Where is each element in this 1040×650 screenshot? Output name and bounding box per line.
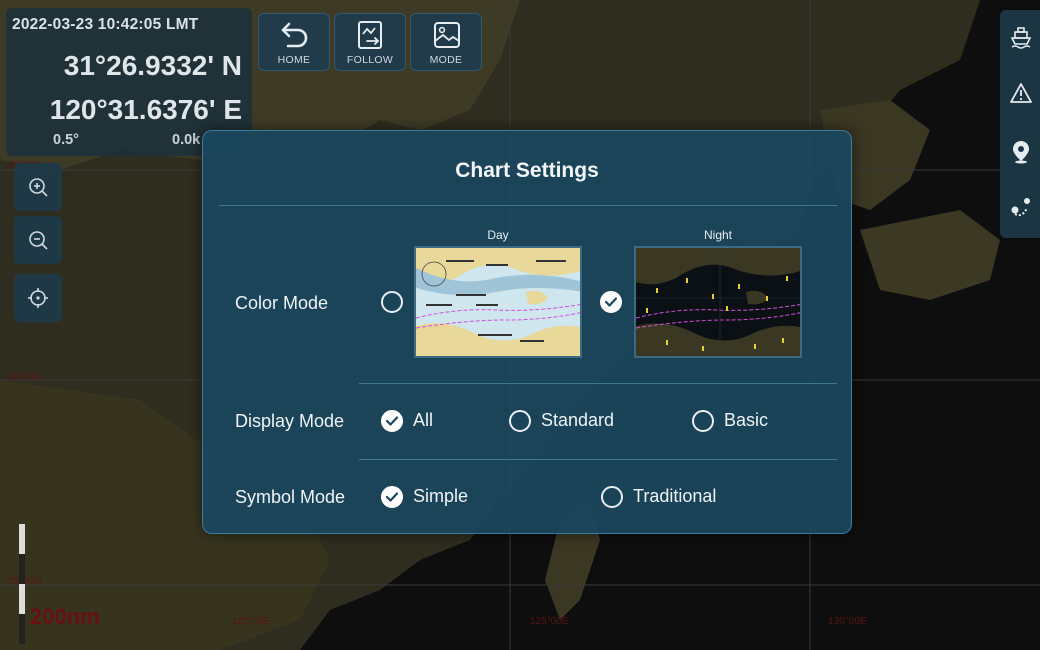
symbol-mode-traditional-text: Traditional [633,486,717,506]
home-button-label: HOME [277,54,311,66]
color-mode-divider [359,383,837,384]
grid-label-lon-2: 125°00E [530,616,569,627]
color-mode-day-radio[interactable] [381,291,403,313]
display-mode-basic-text: Basic [724,410,769,430]
latitude-readout: 31°26.9332' N [63,50,242,81]
symbol-mode-label: Symbol Mode [235,487,346,507]
display-mode-all-radio[interactable] [381,410,403,432]
mode-button[interactable]: MODE [410,13,482,71]
route-icon [1011,198,1030,217]
display-mode-basic-option[interactable]: Basic [692,410,792,434]
home-button[interactable]: HOME [258,13,330,71]
chart-settings-dialog: Chart Settings Color Mode Day Night Disp… [202,130,852,534]
speed-readout: 0.0k [172,132,201,148]
route-button[interactable] [1000,184,1040,232]
display-mode-all-option[interactable]: All [381,410,461,434]
longitude-readout: 120°31.6376' E [49,94,242,125]
display-mode-standard-text: Standard [541,410,615,430]
zoom-in-icon [29,178,48,197]
dialog-title: Chart Settings [455,159,599,182]
night-chart-preview [636,248,800,356]
color-mode-label: Color Mode [235,293,329,313]
day-chart-preview [416,248,580,356]
symbol-mode-simple-option[interactable]: Simple [381,486,491,510]
grid-label-lon-1: 120°00E [232,616,271,627]
heading-readout: 0.5° [53,132,79,148]
symbol-mode-traditional-option[interactable]: Traditional [601,486,741,510]
warning-icon [1010,83,1032,103]
display-mode-standard-radio[interactable] [509,410,531,432]
mode-button-label: MODE [429,54,463,66]
symbol-mode-traditional-radio[interactable] [601,486,623,508]
color-mode-night-radio[interactable] [600,291,622,313]
display-mode-standard-option[interactable]: Standard [509,410,629,434]
follow-button[interactable]: FOLLOW [334,13,406,71]
ship-icon [1010,27,1032,49]
map-pin-icon [1013,141,1029,164]
waypoint-button[interactable] [1000,128,1040,176]
follow-button-label: FOLLOW [346,54,394,66]
picture-icon [434,22,460,48]
follow-image-icon [358,21,382,49]
scale-label: 200nm [30,604,100,629]
locate-button[interactable] [14,274,62,322]
color-mode-day-option[interactable] [381,291,403,313]
symbol-mode-simple-radio[interactable] [381,486,403,508]
ship-button[interactable] [1000,14,1040,62]
grid-label-lon-3: 130°00E [828,616,867,627]
check-icon [605,297,617,307]
day-thumb-label: Day [487,228,509,242]
check-icon [386,492,398,502]
right-tool-column [1000,10,1040,238]
alert-button[interactable] [1000,70,1040,118]
zoom-out-button[interactable] [14,216,62,264]
crosshair-icon [28,288,48,308]
grid-label-lat-2: 30°00N [8,372,42,383]
day-chart-thumbnail[interactable] [414,246,582,358]
display-mode-label: Display Mode [235,411,345,431]
zoom-out-icon [29,231,48,250]
display-mode-basic-radio[interactable] [692,410,714,432]
title-divider [219,205,837,206]
display-mode-all-text: All [413,410,434,430]
datetime-readout: 2022-03-23 10:42:05 LMT [12,16,199,33]
display-mode-divider [359,459,837,460]
symbol-mode-simple-text: Simple [413,486,469,506]
scale-bar [19,524,25,644]
undo-arrow-icon [281,22,308,48]
night-thumb-label: Night [703,228,732,242]
color-mode-night-option[interactable] [600,291,622,313]
zoom-in-button[interactable] [14,163,62,211]
night-chart-thumbnail[interactable] [634,246,802,358]
check-icon [386,416,398,426]
